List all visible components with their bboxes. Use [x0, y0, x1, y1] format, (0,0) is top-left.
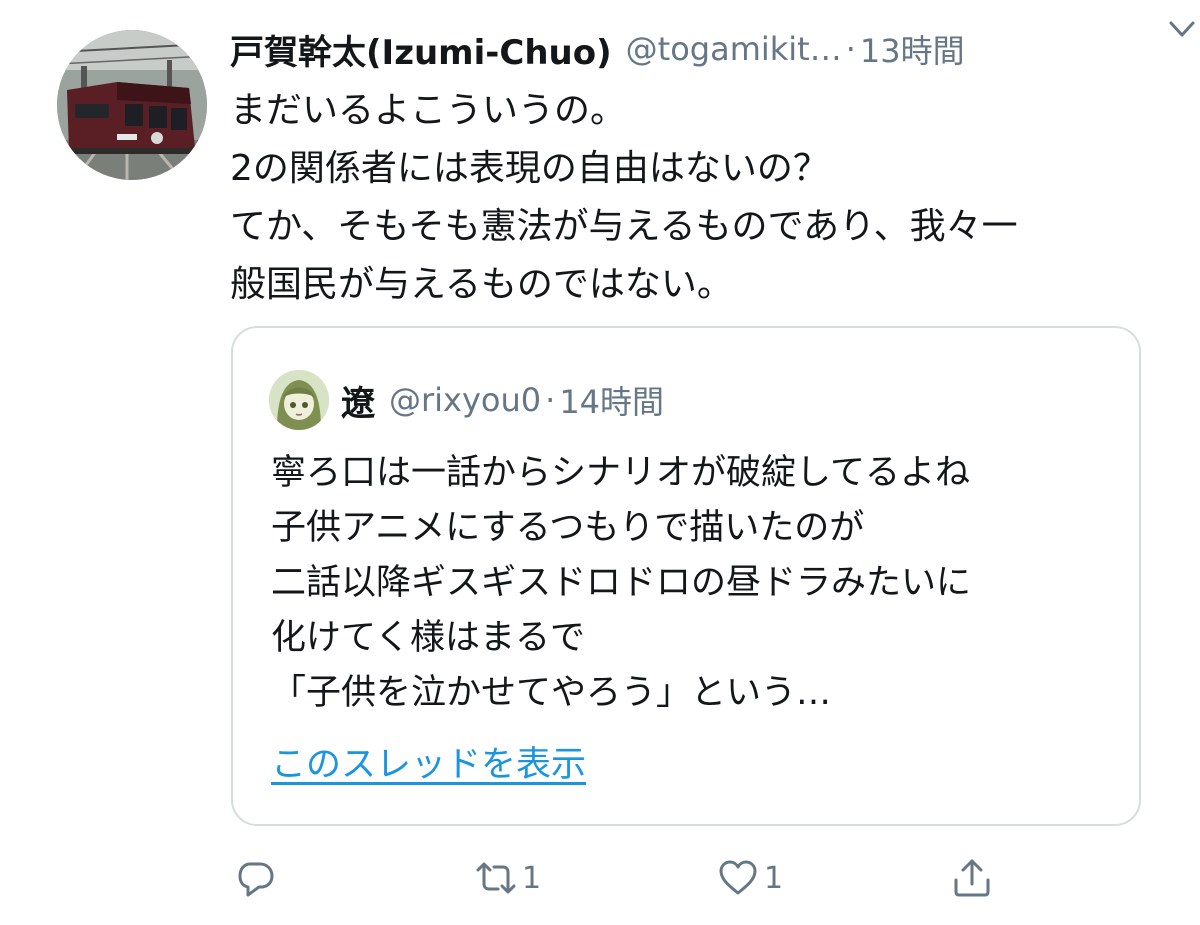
retweet-count: 1 [522, 860, 542, 896]
quoted-author-name[interactable]: 遼 [341, 376, 375, 425]
retweet-button[interactable]: 1 [474, 848, 541, 908]
anime-character-avatar [269, 370, 329, 430]
separator-dot: · [845, 30, 856, 68]
chevron-down-icon[interactable] [1164, 14, 1200, 44]
quoted-tweet-header: 遼 @rixyou0 · 14時間 [341, 372, 664, 428]
tweet-text-line: まだいるよこういうの。 [230, 90, 627, 131]
retweet-icon [476, 862, 516, 894]
quoted-tweet-card[interactable]: 遼 @rixyou0 · 14時間 寧ろ口は一話からシナリオが破綻してるよね 子… [231, 326, 1141, 826]
heart-icon [719, 860, 757, 895]
tweet-actions: 1 1 [230, 848, 1030, 908]
reply-button[interactable] [234, 848, 282, 908]
quoted-text-line: 「子供を泣かせてやろう」という… [271, 673, 832, 713]
show-thread-link[interactable]: このスレッドを表示 [271, 740, 586, 790]
reply-icon [238, 862, 274, 897]
like-button[interactable]: 1 [716, 848, 783, 908]
train-photo-avatar [57, 30, 207, 180]
share-button[interactable] [950, 848, 998, 908]
author-name[interactable]: 戸賀幹太(Izumi-Chuo) [230, 25, 612, 74]
share-icon [954, 859, 990, 897]
separator-dot: · [545, 381, 556, 419]
quoted-tweet-text: 寧ろ口は一話からシナリオが破綻してるよね 子供アニメにするつもりで描いたのが 二… [271, 446, 1121, 721]
tweet-timestamp[interactable]: 13時間 [860, 26, 965, 72]
quoted-text-line: 寧ろ口は一話からシナリオが破綻してるよね [271, 453, 970, 493]
tweet-text: まだいるよこういうの。 2の関係者には表現の自由はないの？ てか、そもそも憲法が… [230, 82, 1150, 314]
tweet-text-line: 2の関係者には表現の自由はないの？ [230, 148, 829, 189]
tweet-text-line: てか、そもそも憲法が与えるものであり、我々一 [230, 206, 1018, 247]
quoted-author-avatar[interactable] [269, 370, 329, 430]
like-count: 1 [764, 860, 784, 896]
quoted-text-line: 二話以降ギスギスドロドロの昼ドラみたいに [271, 563, 972, 603]
quoted-text-line: 子供アニメにするつもりで描いたのが [271, 508, 865, 548]
tweet: 戸賀幹太(Izumi-Chuo) @togamikit… · 13時間 まだいる… [0, 0, 1200, 925]
author-handle[interactable]: @togamikit… [626, 30, 842, 68]
quoted-text-line: 化けてく様はまるで [271, 618, 585, 658]
tweet-header: 戸賀幹太(Izumi-Chuo) @togamikit… · 13時間 [230, 22, 1150, 76]
tweet-text-line: 般国民が与えるものではない。 [230, 264, 733, 305]
quoted-tweet-timestamp[interactable]: 14時間 [559, 377, 664, 423]
quoted-author-handle[interactable]: @rixyou0 [389, 381, 541, 419]
author-avatar[interactable] [57, 30, 207, 180]
